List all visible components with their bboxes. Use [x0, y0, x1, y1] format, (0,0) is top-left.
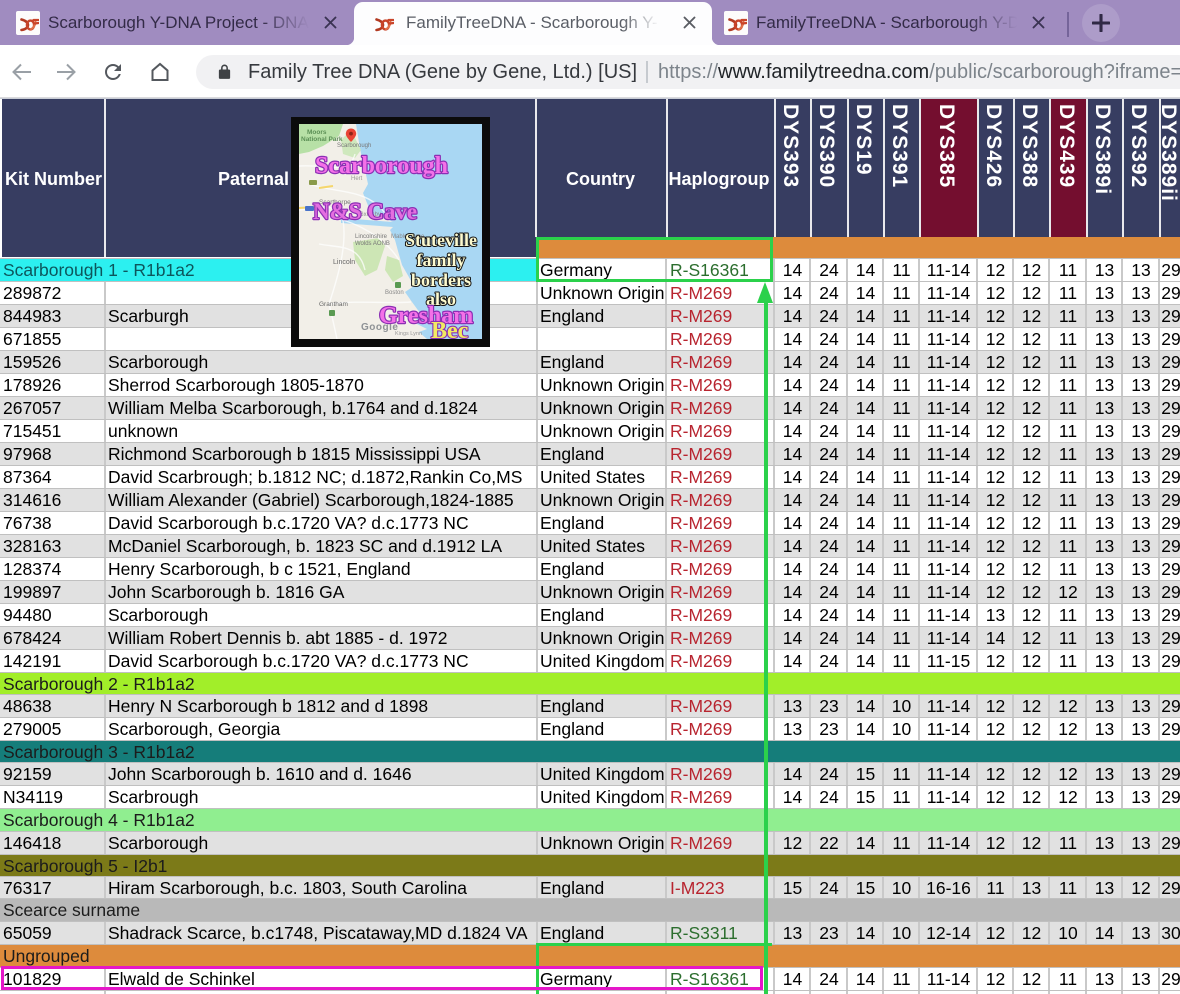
svg-text:Bec: Bec [431, 318, 469, 339]
svg-text:family: family [417, 250, 466, 270]
svg-text:Kings Lynn: Kings Lynn [395, 331, 422, 337]
svg-text:Lincolnshire: Lincolnshire [355, 234, 388, 240]
svg-text:Boston: Boston [385, 290, 404, 296]
svg-text:borders: borders [411, 270, 471, 290]
svg-text:National Park: National Park [301, 136, 343, 143]
svg-text:Lincoln: Lincoln [333, 259, 355, 266]
svg-text:Moors: Moors [307, 129, 327, 136]
svg-text:Scarborough: Scarborough [337, 143, 371, 149]
svg-text:N&S Cave: N&S Cave [313, 199, 417, 224]
svg-text:Stuteville: Stuteville [405, 230, 477, 250]
svg-text:Scarborough: Scarborough [315, 153, 448, 179]
svg-text:Wolds AONB: Wolds AONB [355, 241, 390, 247]
svg-text:Grantham: Grantham [319, 301, 348, 308]
